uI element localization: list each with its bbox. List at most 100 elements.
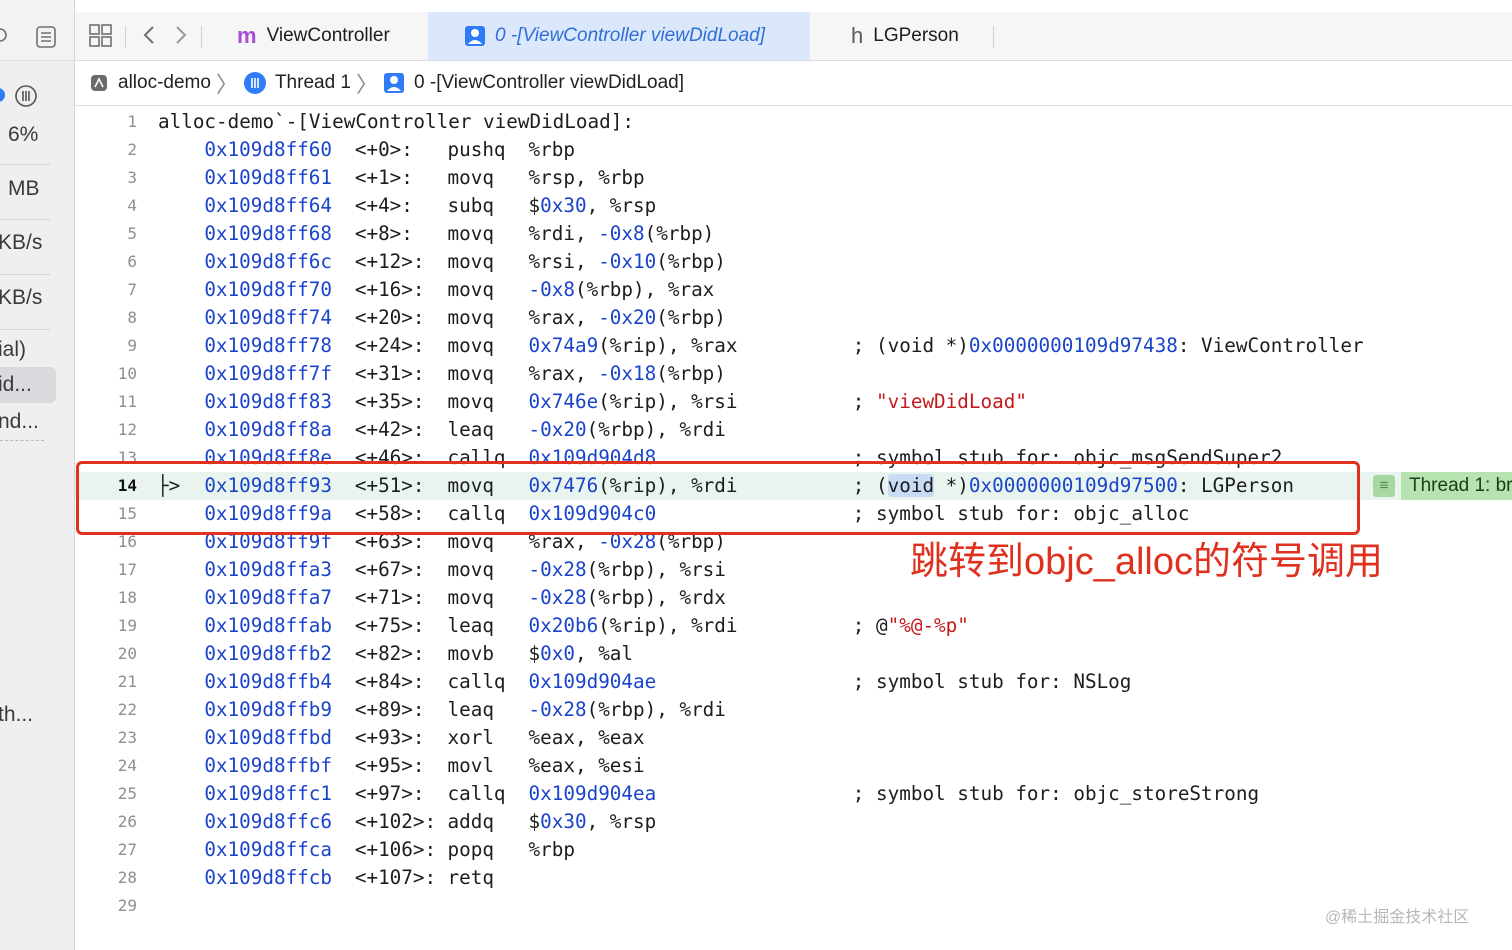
thread-queue-label[interactable]: ial) xyxy=(0,338,26,362)
instruction-address: 0x109d8ffc6 xyxy=(204,810,333,833)
thread-breakpoint-badge[interactable]: ≡ Thread 1: brea xyxy=(1373,472,1512,500)
tab-lgperson[interactable]: h LGPerson xyxy=(851,12,991,60)
code-line[interactable]: 21 0x109d8ffb4 <+84>: callq 0x109d904ae ; sym… xyxy=(75,668,1512,696)
tab-viewcontroller[interactable]: m ViewController xyxy=(237,12,427,60)
instruction-operands: 0x20b6(%rip), %rdi xyxy=(529,612,738,640)
code-line[interactable]: 23 0x109d8ffbd <+93>: xorl %eax, %eax xyxy=(75,724,1512,752)
circle-icon[interactable] xyxy=(0,26,10,44)
line-number: 2 xyxy=(127,140,137,159)
operand-token: %rbp xyxy=(528,138,575,161)
line-number: 4 xyxy=(127,196,137,215)
code-line[interactable]: 10 0x109d8ff7f <+31>: movq %rax, -0x18(%rbp) xyxy=(75,360,1512,388)
operand-token: 0x109d904ae xyxy=(528,670,657,693)
code-line[interactable]: 5 0x109d8ff68 <+8>: movq %rdi, -0x8(%rbp) xyxy=(75,220,1512,248)
instruction-address: 0x109d8ff7f xyxy=(204,362,333,385)
operand-token: 0x0 xyxy=(540,642,575,665)
operand-token: 0x746e xyxy=(528,390,599,413)
comment-token: 0x0000000109d97438 xyxy=(968,334,1178,357)
chevron-left-icon[interactable] xyxy=(137,22,163,48)
line-number: 11 xyxy=(117,392,137,411)
code-line[interactable]: 1 alloc-demo`-[ViewController viewDidLoad… xyxy=(75,108,1512,136)
operand-token: (%rbp), %rsi xyxy=(586,558,726,581)
comment-token: "%@-%p" xyxy=(887,614,969,637)
code-line[interactable]: 2 0x109d8ff60 <+0>: pushq %rbp xyxy=(75,136,1512,164)
instruction-offset: <+106>: xyxy=(354,838,437,861)
memory-usage: MB xyxy=(8,177,40,200)
operand-token: -0x20 xyxy=(598,306,657,329)
editor-tab-bar: m ViewController 0 -[ViewController view… xyxy=(75,12,1512,61)
operand-token: %rax, xyxy=(528,362,599,385)
instruction-comment: ; "viewDidLoad" xyxy=(853,388,1027,416)
instruction-operands: %eax, %esi xyxy=(529,752,645,780)
code-line[interactable]: 9 0x109d8ff78 <+24>: movq 0x74a9(%rip), %rax… xyxy=(75,332,1512,360)
operand-token: -0x8 xyxy=(598,222,645,245)
divider xyxy=(993,26,994,48)
instruction-mnemonic: addq xyxy=(447,810,494,833)
instruction-offset: <+102>: xyxy=(354,810,437,833)
instruction-mnemonic: movq xyxy=(447,222,494,245)
code-line[interactable]: 8 0x109d8ff74 <+20>: movq %rax, -0x20(%rbp) xyxy=(75,304,1512,332)
code-line[interactable]: 12 0x109d8ff8a <+42>: leaq -0x20(%rbp), %rdi xyxy=(75,416,1512,444)
divider xyxy=(125,26,126,48)
code-line[interactable]: 11 0x109d8ff83 <+35>: movq 0x746e(%rip), %rs… xyxy=(75,388,1512,416)
instruction-address: 0x109d8ffb4 xyxy=(204,670,333,693)
breadcrumb-frame[interactable]: 0 -[ViewController viewDidLoad] xyxy=(383,72,684,94)
instruction-operands: 0x109d904ea xyxy=(529,780,657,808)
comment-token: ; (void *) xyxy=(852,334,969,357)
app-icon xyxy=(91,75,107,91)
thread-item[interactable]: th... xyxy=(0,703,33,727)
code-line[interactable]: 4 0x109d8ff64 <+4>: subq $0x30, %rsp xyxy=(75,192,1512,220)
line-number: 25 xyxy=(117,784,137,803)
lines-icon: ≡ xyxy=(1373,475,1395,497)
frame-name: 0 -[ViewController viewDidLoad] xyxy=(414,72,685,93)
instruction-address: 0x109d8ffbf xyxy=(204,754,333,777)
code-line[interactable]: 18 0x109d8ffa7 <+71>: movq -0x28(%rbp), %rdx xyxy=(75,584,1512,612)
instruction-address: 0x109d8ffb9 xyxy=(204,698,333,721)
code-line[interactable]: 28 0x109d8ffcb <+107>: retq xyxy=(75,864,1512,892)
breadcrumb-project[interactable]: alloc-demo xyxy=(90,72,211,94)
instruction-operands: 0x74a9(%rip), %rax xyxy=(529,332,738,360)
instruction-mnemonic: movq xyxy=(447,278,494,301)
line-number: 26 xyxy=(117,812,137,831)
operand-token: $ xyxy=(528,642,541,665)
code-line[interactable]: 7 0x109d8ff70 <+16>: movq -0x8(%rbp), %rax xyxy=(75,276,1512,304)
related-items-grid-icon[interactable] xyxy=(88,22,114,48)
instruction-mnemonic: retq xyxy=(447,866,494,889)
instruction-mnemonic: movq xyxy=(447,250,494,273)
instruction-address: 0x109d8ffca xyxy=(204,838,333,861)
code-line[interactable]: 19 0x109d8ffab <+75>: leaq 0x20b6(%rip), %rd… xyxy=(75,612,1512,640)
code-line[interactable]: 3 0x109d8ff61 <+1>: movq %rsp, %rbp xyxy=(75,164,1512,192)
code-line[interactable]: 6 0x109d8ff6c <+12>: movq %rsi, -0x10(%rbp) xyxy=(75,248,1512,276)
instruction-operands: -0x28(%rbp), %rsi xyxy=(529,556,726,584)
frame-item-selected[interactable]: id... xyxy=(0,373,32,397)
breadcrumb-thread[interactable]: Thread 1 xyxy=(243,71,351,95)
chevron-right-icon[interactable] xyxy=(167,22,193,48)
code-line[interactable]: 24 0x109d8ffbf <+95>: movl %eax, %esi xyxy=(75,752,1512,780)
frame-item[interactable]: nd... xyxy=(0,410,39,434)
instruction-offset: <+107>: xyxy=(354,866,437,889)
code-line[interactable]: 29 xyxy=(75,892,1512,920)
instruction-operands: -0x20(%rbp), %rdi xyxy=(529,416,726,444)
line-number: 5 xyxy=(127,224,137,243)
operand-token: -0x28 xyxy=(528,586,587,609)
tab-disassembly[interactable]: 0 -[ViewController viewDidLoad] xyxy=(428,12,810,60)
code-line[interactable]: 27 0x109d8ffca <+106>: popq %rbp xyxy=(75,836,1512,864)
code-line[interactable]: 25 0x109d8ffc1 <+97>: callq 0x109d904ea ; sym… xyxy=(75,780,1512,808)
list-icon[interactable] xyxy=(36,26,56,48)
instruction-mnemonic: movq xyxy=(447,166,494,189)
operand-token: %eax, %esi xyxy=(528,754,645,777)
code-line[interactable]: 26 0x109d8ffc6 <+102>: addq $0x30, %rsp xyxy=(75,808,1512,836)
navigator-toolbar xyxy=(0,0,74,61)
instruction-operands: -0x28(%rbp), %rdx xyxy=(529,584,726,612)
instruction-offset: <+8>: xyxy=(354,222,413,245)
cpu-usage: 6% xyxy=(8,123,39,146)
line-number: 27 xyxy=(117,840,137,859)
operand-token: (%rip), %rdi xyxy=(598,614,738,637)
comment-token: ; @ xyxy=(852,614,888,637)
instruction-mnemonic: movq xyxy=(447,586,494,609)
code-line[interactable]: 22 0x109d8ffb9 <+89>: leaq -0x28(%rbp), %rdi xyxy=(75,696,1512,724)
line-number: 17 xyxy=(117,560,137,579)
code-line[interactable]: 20 0x109d8ffb2 <+82>: movb $0x0, %al xyxy=(75,640,1512,668)
debug-navigator: 6% MB KB/s KB/s ial) id... nd... th... xyxy=(0,0,75,950)
divider xyxy=(0,329,50,330)
